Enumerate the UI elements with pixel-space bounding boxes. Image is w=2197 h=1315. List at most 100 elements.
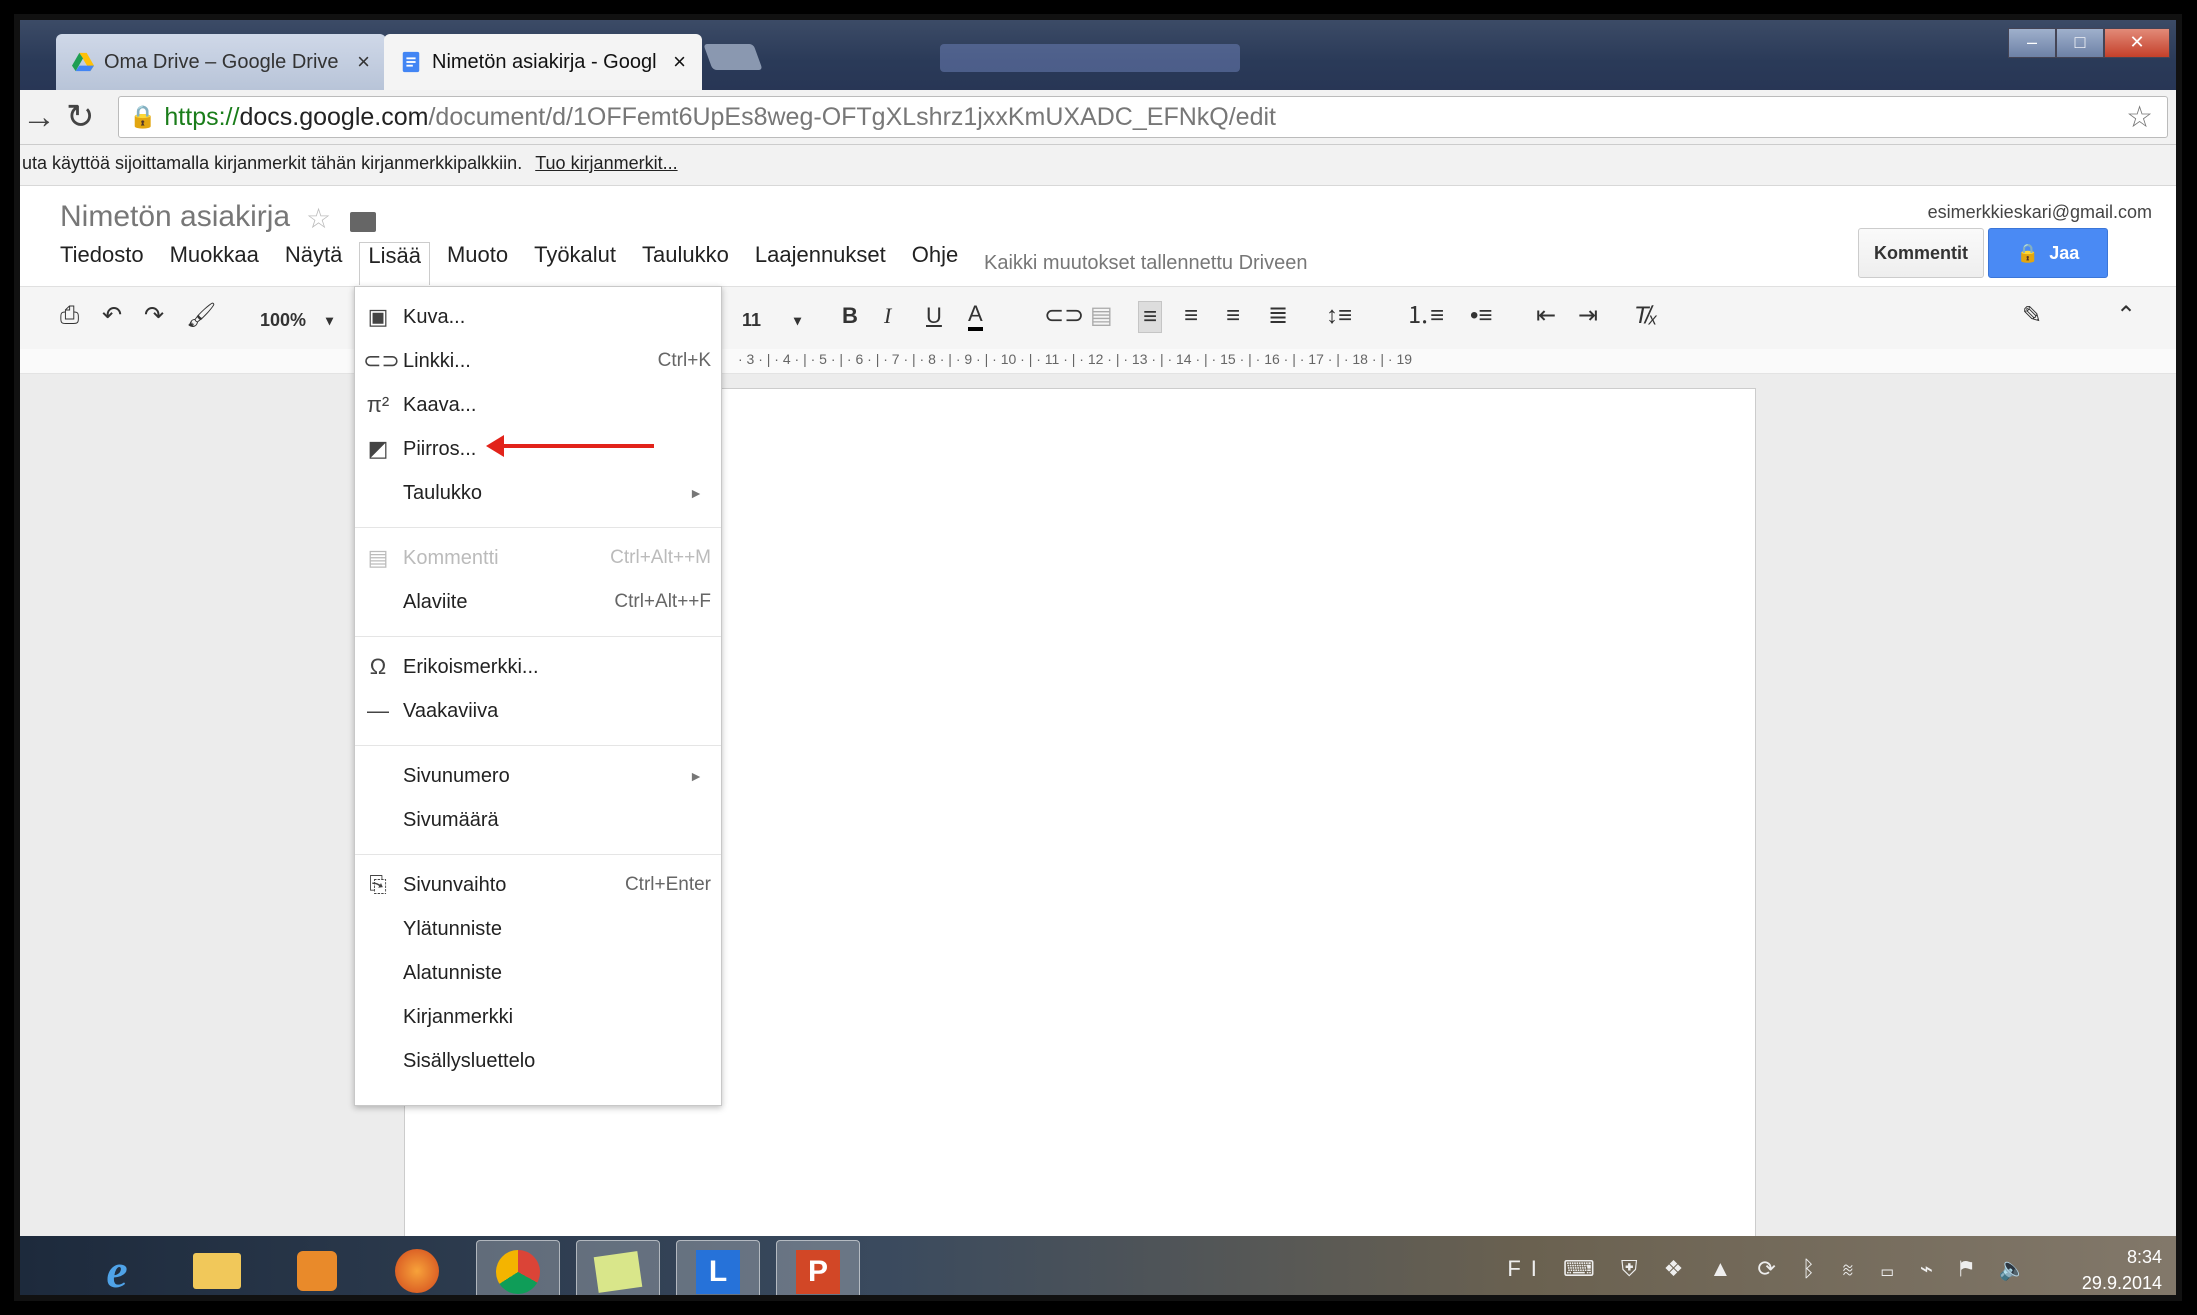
keyboard-icon[interactable]: ⌨ <box>1563 1256 1605 1281</box>
close-window-icon[interactable]: ✕ <box>2104 28 2170 58</box>
menu-file[interactable]: Tiedosto <box>60 242 144 285</box>
account-email[interactable]: esimerkkieskari@gmail.com <box>1928 202 2152 223</box>
firefox-icon[interactable] <box>376 1240 458 1295</box>
menu-view[interactable]: Näytä <box>285 242 342 285</box>
editing-mode-icon[interactable]: ✎ <box>2022 301 2042 331</box>
text-color-icon[interactable]: A <box>968 301 983 331</box>
clear-formatting-icon[interactable]: T̸ₓ <box>1634 301 1658 331</box>
collapse-menus-icon[interactable]: ⌃ <box>2116 301 2136 331</box>
language-indicator[interactable]: FI <box>1507 1256 1547 1281</box>
menu-format[interactable]: Muoto <box>447 242 508 285</box>
italic-icon[interactable]: I <box>884 301 891 331</box>
menu-insert[interactable]: Lisää <box>359 242 430 285</box>
menu-item-page-count[interactable]: Sivumäärä <box>355 798 721 842</box>
address-bar[interactable]: 🔒 https:// docs.google.com /document/d/1… <box>118 96 2168 138</box>
screenshot-frame: Oma Drive – Google Drive × Nimetön asiak… <box>14 14 2182 1301</box>
media-player-icon[interactable] <box>276 1240 358 1295</box>
menu-item-horizontal-line[interactable]: — Vaakaviiva <box>355 689 721 733</box>
zoom-select[interactable]: 100% <box>260 305 306 335</box>
line-spacing-icon[interactable]: ↕≡ <box>1326 301 1352 331</box>
lync-icon[interactable]: L <box>676 1240 760 1295</box>
clock[interactable]: 8:34 29.9.2014 <box>2082 1244 2162 1295</box>
font-size-select[interactable]: 11 <box>742 305 761 335</box>
wifi-icon[interactable]: ≋ <box>1841 1256 1864 1281</box>
menu-item-label: Kommentti <box>403 546 499 569</box>
menu-item-table-of-contents[interactable]: Sisällysluettelo <box>355 1039 721 1083</box>
import-bookmarks-link[interactable]: Tuo kirjanmerkit... <box>535 153 677 173</box>
undo-icon[interactable]: ↶ <box>102 301 122 331</box>
align-center-icon[interactable]: ≡ <box>1184 301 1198 331</box>
document-title[interactable]: Nimetön asiakirja <box>60 200 290 234</box>
increase-indent-icon[interactable]: ⇥ <box>1578 301 1598 331</box>
tab-close-icon[interactable]: × <box>673 49 686 75</box>
google-drive-icon[interactable]: ▲ <box>1709 1256 1741 1281</box>
chevron-down-icon[interactable]: ▾ <box>794 305 801 335</box>
bluetooth-icon[interactable]: ᛒ <box>1802 1256 1825 1281</box>
security-icon[interactable]: ⛨ <box>1621 1256 1648 1281</box>
action-center-icon[interactable]: ⚑ <box>1959 1256 1982 1281</box>
dropbox-icon[interactable]: ❖ <box>1664 1256 1694 1281</box>
formatting-toolbar: ⎙ ↶ ↷ 🖌 100% ▾ 11 ▾ B I U A ⊂⊃ ▤ ≡ ≡ ≡ ≣… <box>20 286 2176 350</box>
menu-item-special-characters[interactable]: Ω Erikoismerkki... <box>355 645 721 689</box>
redo-icon[interactable]: ↷ <box>144 301 164 331</box>
internet-explorer-icon[interactable]: e <box>76 1240 158 1296</box>
numbered-list-icon[interactable]: ⒈≡ <box>1406 301 1444 331</box>
menu-item-footer[interactable]: Alatunniste <box>355 951 721 995</box>
menu-item-table[interactable]: Taulukko ► <box>355 471 721 515</box>
print-icon[interactable]: ⎙ <box>60 301 79 331</box>
menu-item-page-break[interactable]: ⎘ Sivunvaihto Ctrl+Enter <box>355 863 721 907</box>
star-icon[interactable]: ☆ <box>306 202 331 235</box>
menu-item-bookmark[interactable]: Kirjanmerkki <box>355 995 721 1039</box>
volume-icon[interactable]: 🔈 <box>1999 1256 2036 1281</box>
menu-item-equation[interactable]: π² Kaava... <box>355 383 721 427</box>
url-scheme: https:// <box>164 102 240 131</box>
menu-item-page-number[interactable]: Sivunumero ► <box>355 754 721 798</box>
submenu-arrow-icon: ► <box>689 768 703 784</box>
menu-addons[interactable]: Laajennukset <box>755 242 886 285</box>
align-right-icon[interactable]: ≡ <box>1226 301 1240 331</box>
paint-format-icon[interactable]: 🖌 <box>186 301 216 331</box>
menu-tools[interactable]: Työkalut <box>534 242 616 285</box>
menu-item-header[interactable]: Ylätunniste <box>355 907 721 951</box>
tab-docs[interactable]: Nimetön asiakirja - Googl × <box>384 34 702 90</box>
bookmarks-hint: uta käyttöä sijoittamalla kirjanmerkit t… <box>22 153 523 173</box>
tab-google-drive[interactable]: Oma Drive – Google Drive × <box>56 34 386 90</box>
new-tab-button[interactable] <box>703 44 763 70</box>
menu-item-drawing[interactable]: ◩ Piirros... <box>355 427 721 471</box>
chevron-down-icon[interactable]: ▾ <box>326 305 333 335</box>
chrome-icon[interactable] <box>476 1240 560 1295</box>
maximize-icon[interactable]: □ <box>2056 28 2104 58</box>
save-status[interactable]: Kaikki muutokset tallennettu Driveen <box>984 252 1308 275</box>
menu-item-footnote[interactable]: Alaviite Ctrl+Alt++F <box>355 580 721 624</box>
link-icon[interactable]: ⊂⊃ <box>1044 301 1084 331</box>
clock-time: 8:34 <box>2126 1247 2162 1267</box>
folder-icon[interactable] <box>350 212 376 232</box>
bulleted-list-icon[interactable]: •≡ <box>1470 301 1492 331</box>
sticky-notes-icon[interactable] <box>576 1240 660 1295</box>
comment-icon[interactable]: ▤ <box>1090 301 1113 331</box>
display-icon[interactable]: ▭ <box>1881 1256 1904 1281</box>
file-explorer-icon[interactable] <box>176 1240 258 1295</box>
tab-close-icon[interactable]: × <box>357 49 370 75</box>
align-left-icon[interactable]: ≡ <box>1138 301 1163 333</box>
menu-table[interactable]: Taulukko <box>642 242 729 285</box>
menu-item-label: Vaakaviiva <box>403 699 499 722</box>
decrease-indent-icon[interactable]: ⇤ <box>1536 301 1556 331</box>
powerpoint-icon[interactable]: P <box>776 1240 860 1295</box>
menu-help[interactable]: Ohje <box>912 242 958 285</box>
reload-icon[interactable]: ↻ <box>66 98 95 136</box>
minimize-icon[interactable]: – <box>2008 28 2056 58</box>
menu-edit[interactable]: Muokkaa <box>170 242 259 285</box>
forward-icon[interactable]: → <box>22 98 56 136</box>
power-icon[interactable]: ⌁ <box>1920 1256 1943 1281</box>
underline-icon[interactable]: U <box>926 301 942 331</box>
menu-item-link[interactable]: ⊂⊃ Linkki... Ctrl+K <box>355 339 721 383</box>
justify-icon[interactable]: ≣ <box>1268 301 1288 331</box>
bookmarks-bar: uta käyttöä sijoittamalla kirjanmerkit t… <box>20 145 2176 186</box>
bold-icon[interactable]: B <box>842 301 858 331</box>
sync-icon[interactable]: ⟳ <box>1757 1256 1785 1281</box>
comments-button[interactable]: Kommentit <box>1858 228 1984 278</box>
menu-item-image[interactable]: ▣ Kuva... <box>355 295 721 339</box>
share-button[interactable]: 🔒 Jaa <box>1988 228 2108 278</box>
bookmark-star-icon[interactable]: ☆ <box>2126 100 2153 135</box>
